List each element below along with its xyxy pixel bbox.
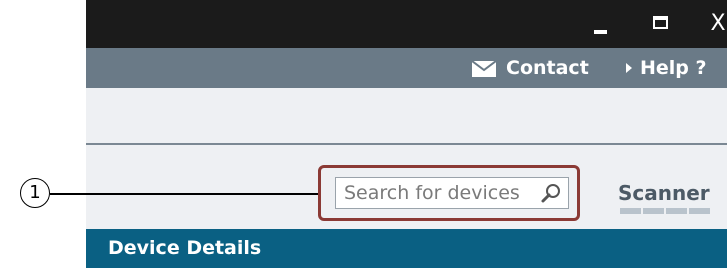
help-label: Help ?: [640, 57, 707, 79]
contact-label: Contact: [506, 57, 589, 79]
contact-link[interactable]: Contact: [471, 48, 589, 88]
scanner-indicator: [620, 208, 710, 214]
close-button[interactable]: X: [704, 10, 727, 38]
mail-icon: [471, 60, 497, 77]
app-window: X Contact Help ? Search for devices Scan…: [86, 0, 727, 268]
help-link[interactable]: Help ?: [626, 48, 707, 88]
search-icon[interactable]: [540, 182, 562, 204]
callout-highlight: [318, 165, 580, 221]
callout-number: 1: [20, 178, 50, 208]
title-bar: X: [86, 0, 727, 48]
minimize-button[interactable]: [588, 10, 616, 38]
device-details-header: Device Details: [86, 229, 727, 268]
link-bar: Contact Help ?: [86, 48, 727, 88]
toolbar-area: [86, 88, 727, 143]
scanner-tab[interactable]: Scanner: [618, 181, 710, 205]
arrow-right-icon: [626, 63, 632, 73]
search-row: Scanner: [86, 145, 727, 229]
search-input[interactable]: [336, 178, 540, 208]
search-field[interactable]: [335, 177, 569, 209]
maximize-button[interactable]: [648, 10, 676, 38]
device-details-title: Device Details: [108, 237, 262, 259]
callout-line: [50, 193, 318, 195]
